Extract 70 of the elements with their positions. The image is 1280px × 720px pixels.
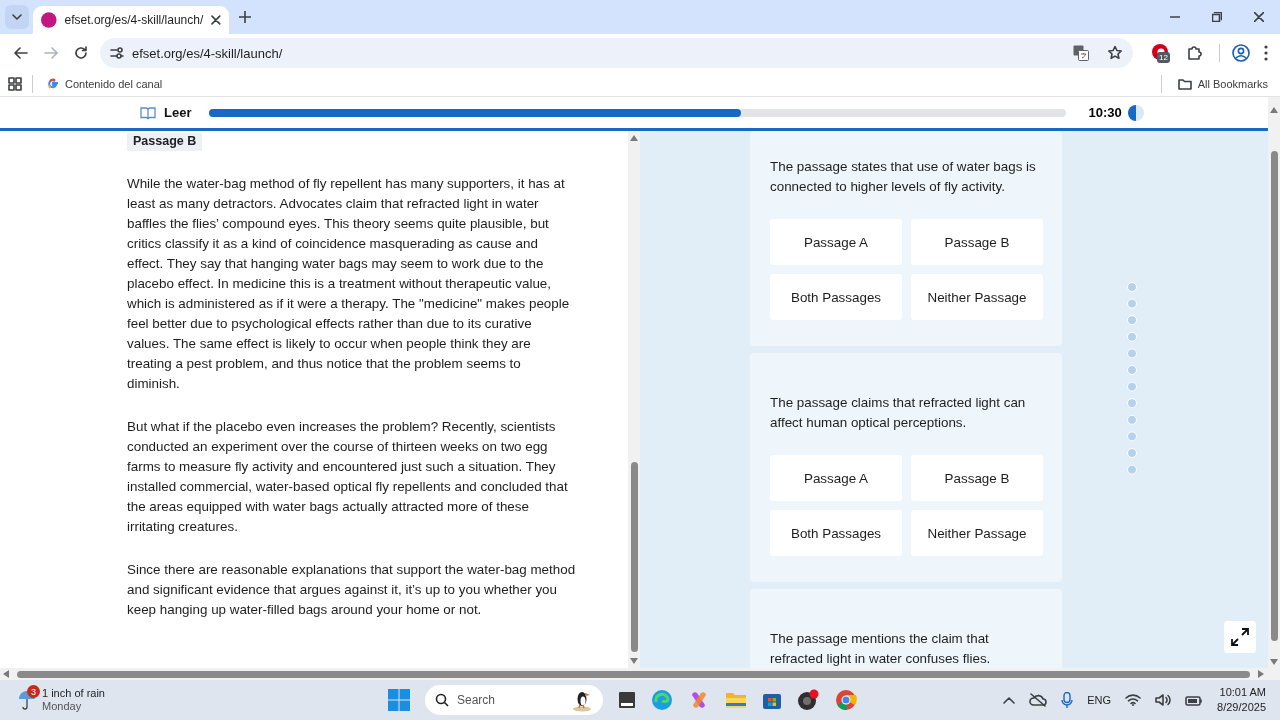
clock[interactable]: 10:01 AM 8/29/2025 (1217, 685, 1266, 715)
book-icon (140, 105, 156, 120)
scroll-right-icon[interactable] (1258, 670, 1264, 678)
favicon-icon (41, 12, 57, 28)
folder-icon[interactable] (725, 690, 747, 710)
page-dots-drawing[interactable] (1126, 281, 1138, 477)
answer-option[interactable]: Neither Passage (911, 510, 1043, 556)
answer-option[interactable]: Both Passages (770, 510, 902, 556)
g-logo-icon (47, 78, 59, 90)
close-icon[interactable] (211, 15, 221, 25)
close-icon[interactable] (1254, 12, 1264, 22)
chevron-down-icon (12, 14, 22, 20)
language-indicator[interactable]: ENG (1087, 694, 1112, 706)
star-icon[interactable] (1107, 45, 1123, 61)
folder-icon (1177, 78, 1192, 90)
menu-icon[interactable] (1264, 45, 1268, 61)
answer-option[interactable]: Both Passages (770, 274, 902, 320)
translate-icon[interactable] (1073, 45, 1089, 61)
passage-label: Passage B (127, 133, 203, 151)
scroll-up-icon[interactable] (630, 135, 638, 141)
answer-option[interactable]: Passage B (911, 455, 1043, 501)
weather-title[interactable]: 1 inch of rain (42, 687, 105, 700)
notification-badge: 3 (27, 685, 40, 698)
scrollbar-thumb[interactable] (630, 462, 638, 652)
scrollbar-thumb[interactable] (1270, 151, 1278, 641)
question-statement: The passage states that use of water bags is connected to higher levels of fly activity. (770, 158, 1037, 196)
restore-icon[interactable] (1212, 12, 1222, 22)
reload-icon[interactable] (74, 46, 88, 60)
passage-paragraph: But what if the placebo even increases the problem? Recently, scientists conducted an experiment over the course of thirteen weeks on two egg farms to measure fly activity and encountered just such a situation. They installed commercial, water-based optical fly repellents and concluded that the areas equipped with water bags actually attracted more of these irritating creatures. (127, 418, 569, 536)
scroll-down-icon[interactable] (630, 658, 638, 664)
scroll-up-icon[interactable] (1270, 107, 1278, 113)
passage-paragraph: While the water-bag method of fly repellent has many supporters, it has at least as many detractors. Advocates claim that refracted light in water baffles the flies’ compound eyes. This theory seems quite plausible, but critics classify it as a kind of coincidence masquerading as cause and effect. They say that hanging water bags may seem to work due to the placebo effect. In medicine this is a treatment without therapeutic value, which is administered as if it were a therapy. The "medicine" makes people feel better due to psychological effects rather than due to its curative values. The same effect is likely to occur when people think they are treating a pest problem, and thus notice that the problem seems to diminish. (127, 175, 571, 393)
answer-option[interactable]: Passage A (770, 219, 902, 265)
tune-icon[interactable] (110, 47, 124, 59)
fullscreen-button[interactable] (1224, 621, 1256, 653)
tab-list-button[interactable] (5, 5, 29, 29)
search-field[interactable]: Search (425, 685, 603, 715)
bookmark-item[interactable]: Contenido del canal (43, 76, 167, 92)
window-icon[interactable] (618, 691, 636, 709)
question-statement: The passage mentions the claim that refracted light in water confuses flies. (770, 630, 992, 668)
expand-icon (1231, 628, 1249, 646)
question-statement: The passage claims that refracted light can affect human optical perceptions. (770, 394, 1027, 432)
scroll-down-icon[interactable] (1270, 659, 1278, 665)
new-tab-icon[interactable] (239, 11, 251, 23)
answer-option[interactable]: Passage B (911, 219, 1043, 265)
scrollbar-thumb[interactable] (17, 670, 1250, 678)
speaker-icon[interactable] (1155, 693, 1172, 707)
section-title: Leer (164, 105, 192, 120)
chevron-up-icon[interactable] (1003, 696, 1016, 704)
wifi-icon[interactable] (1125, 694, 1142, 706)
apps-icon[interactable] (8, 77, 22, 91)
answer-option[interactable]: Passage A (770, 455, 902, 501)
address-bar[interactable]: efset.org/es/4-skill/launch/ (100, 38, 1133, 68)
search-icon (435, 693, 449, 707)
passage-paragraph: Since there are reasonable explanations that support the water-bag method and significant evidence that argues against it, it’s up to you whether you keep hanging up water-filled bags around your home or not. (127, 561, 576, 619)
microphone-icon[interactable] (1061, 692, 1074, 708)
puzzle-icon[interactable] (1187, 45, 1203, 61)
timer-text: 10:30 (1088, 105, 1122, 120)
all-bookmarks-button[interactable]: All Bookmarks (1173, 76, 1272, 92)
weather-day[interactable]: Monday (42, 700, 105, 713)
browser-icon[interactable] (834, 688, 858, 712)
record-icon[interactable] (797, 689, 819, 711)
back-icon[interactable] (14, 46, 28, 60)
cloud-off-icon[interactable] (1029, 693, 1048, 707)
count-badge: 12 (1157, 52, 1170, 63)
battery-icon[interactable] (1185, 694, 1204, 706)
profile-icon[interactable] (1232, 44, 1250, 62)
browser-tab[interactable]: efset.org/es/4-skill/launch/ (33, 6, 229, 34)
answer-option[interactable]: Neither Passage (911, 274, 1043, 320)
scroll-left-icon[interactable] (3, 670, 9, 678)
